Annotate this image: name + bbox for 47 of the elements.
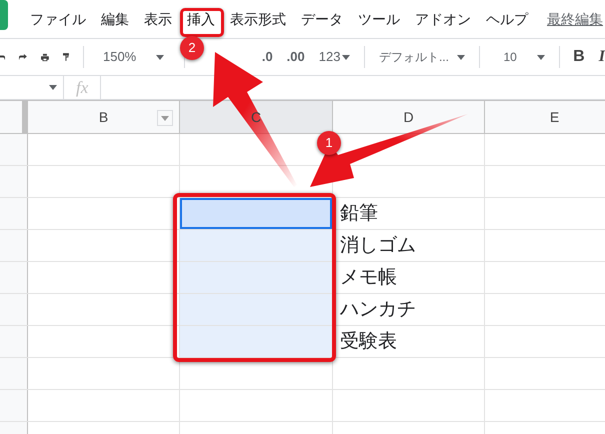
- menu-item[interactable]: データ: [301, 9, 343, 30]
- menu-item[interactable]: 挿入: [187, 9, 215, 30]
- filter-dropdown-icon[interactable]: [157, 110, 173, 126]
- dropdown-caret-icon: [49, 85, 57, 90]
- number-format-dropdown[interactable]: 123: [318, 47, 350, 67]
- selected-cell[interactable]: [180, 230, 333, 261]
- decimal-increase-button[interactable]: .00: [286, 47, 305, 67]
- table-cell: ハンカチ: [340, 300, 416, 319]
- step-number-badge: 2: [180, 36, 204, 60]
- row-header[interactable]: [0, 326, 28, 357]
- menu-item[interactable]: ファイル: [30, 9, 86, 30]
- row-header[interactable]: [0, 166, 28, 197]
- italic-button[interactable]: I: [598, 45, 605, 69]
- dropdown-caret-icon: [536, 54, 545, 60]
- column-header[interactable]: E: [485, 101, 605, 133]
- row-header[interactable]: [0, 134, 28, 165]
- row-header[interactable]: [0, 198, 28, 229]
- font-size-dropdown[interactable]: 10: [493, 48, 545, 66]
- row-header[interactable]: [0, 230, 28, 261]
- menu-item[interactable]: ヘルプ: [486, 9, 528, 30]
- row-header[interactable]: [0, 262, 28, 293]
- menu-item[interactable]: 表示形式: [230, 9, 286, 30]
- menu-item[interactable]: 編集: [101, 9, 129, 30]
- sheets-logo[interactable]: [0, 0, 8, 30]
- zoom-dropdown[interactable]: 150%: [96, 47, 170, 67]
- selected-cell[interactable]: [180, 294, 333, 325]
- row-header[interactable]: [0, 390, 28, 421]
- bold-button[interactable]: B: [573, 45, 585, 69]
- font-dropdown[interactable]: デフォルト...: [378, 48, 465, 66]
- menu-item[interactable]: 表示: [144, 9, 172, 30]
- dropdown-caret-icon: [342, 54, 350, 60]
- menu-item[interactable]: ツール: [358, 9, 400, 30]
- selected-cell[interactable]: [180, 262, 333, 293]
- table-cell: 消しゴム: [340, 236, 416, 255]
- table-cell: 受験表: [340, 332, 397, 351]
- table-cell: 鉛筆: [340, 204, 378, 223]
- menu-item[interactable]: アドオン: [415, 9, 471, 30]
- last-edit-link[interactable]: 最終編集: [547, 9, 603, 30]
- decimal-decrease-button[interactable]: .0: [262, 47, 273, 67]
- row-header[interactable]: [0, 358, 28, 389]
- selected-cell[interactable]: [180, 326, 333, 357]
- step-number-badge: 1: [317, 131, 341, 155]
- selected-cell[interactable]: [180, 198, 333, 229]
- dropdown-caret-icon: [156, 54, 164, 60]
- dropdown-caret-icon: [456, 54, 465, 60]
- row-header[interactable]: [0, 294, 28, 325]
- table-cell: メモ帳: [340, 268, 397, 287]
